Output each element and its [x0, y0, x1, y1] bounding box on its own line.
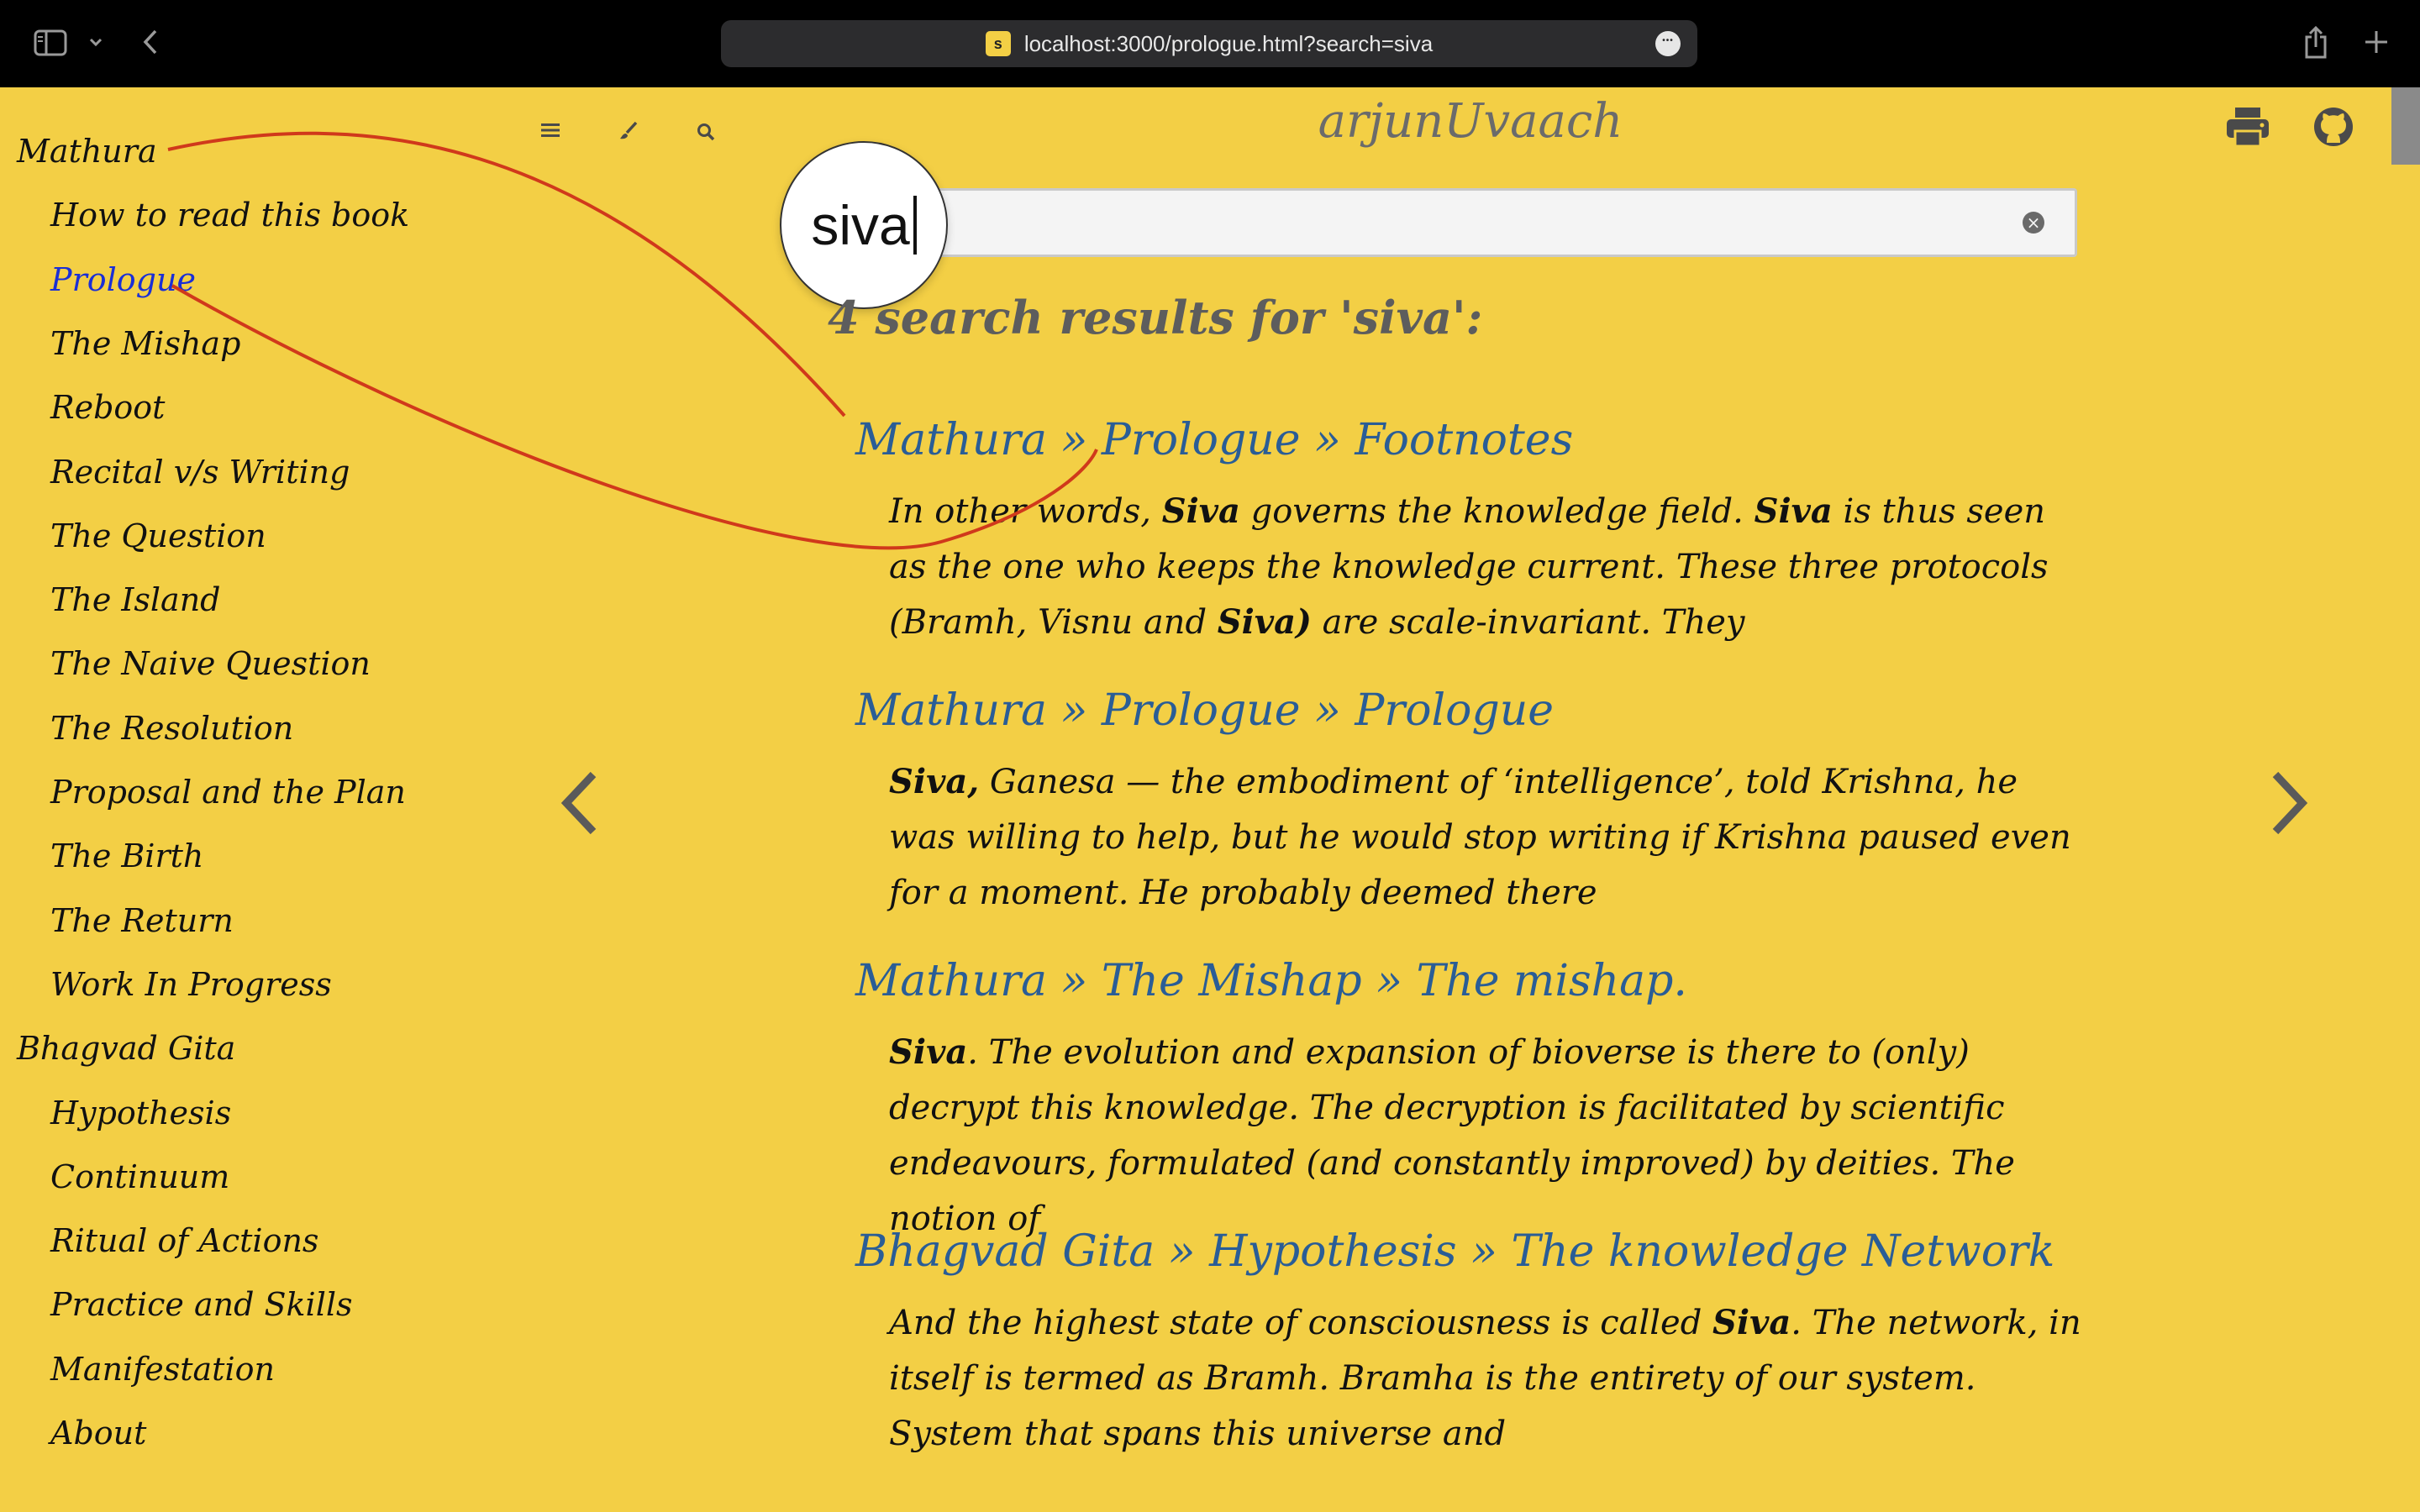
sidebar-item[interactable]: The Question — [50, 517, 266, 554]
sidebar-item[interactable]: Continuum — [50, 1158, 229, 1195]
search-result-link[interactable]: Mathura » Prologue » Prologue — [855, 685, 1554, 736]
brush-icon[interactable] — [618, 121, 639, 144]
excerpt-text: And the highest state of consciousness i… — [889, 1304, 1713, 1342]
search-result-excerpt: Siva, Ganesa — the embodiment of ‘intell… — [889, 754, 2091, 921]
chevron-left-icon[interactable] — [558, 769, 600, 840]
sidebar-item[interactable]: Reboot — [50, 389, 165, 426]
printer-icon[interactable] — [2225, 106, 2270, 151]
search-result-excerpt: And the highest state of consciousness i… — [889, 1295, 2091, 1462]
clear-icon[interactable]: × — [2023, 212, 2044, 234]
sidebar-item[interactable]: Work In Progress — [50, 966, 332, 1003]
sidebar-item[interactable]: Ritual of Actions — [50, 1222, 318, 1259]
more-options-icon[interactable]: ••• — [1655, 31, 1681, 56]
excerpt-text: In other words, — [889, 492, 1162, 531]
sidebar-item[interactable]: How to read this book — [50, 197, 409, 234]
sidebar-item[interactable]: The Birth — [50, 837, 203, 874]
sidebar-item[interactable]: Prologue — [50, 261, 196, 298]
back-icon[interactable] — [138, 27, 163, 57]
share-icon[interactable] — [2301, 24, 2331, 60]
sidebar-item[interactable]: The Mishap — [50, 325, 240, 362]
search-result-link[interactable]: Mathura » Prologue » Footnotes — [855, 415, 1573, 465]
search-term-highlight: Siva — [1161, 491, 1240, 531]
search-term-highlight: Siva, — [889, 762, 980, 801]
sidebar: Mathura How to read this book Prologue The … — [0, 87, 504, 1512]
sidebar-chapter[interactable]: Bhagvad Gita — [17, 1030, 235, 1067]
url-text: localhost:3000/prologue.html?search=siva — [1023, 30, 1434, 56]
sidebar-chapter[interactable]: Mathura — [17, 133, 157, 170]
chevron-down-icon[interactable] — [87, 34, 104, 50]
github-icon[interactable] — [2312, 106, 2354, 151]
address-bar[interactable]: s localhost:3000/prologue.html?search=si… — [721, 20, 1697, 67]
search-input-value: siva — [811, 194, 910, 256]
search-result-link[interactable]: Mathura » The Mishap » The mishap. — [855, 956, 1687, 1006]
sidebar-toggle-icon[interactable] — [34, 29, 67, 57]
sidebar-item[interactable]: Manifestation — [50, 1351, 275, 1388]
sidebar-item[interactable]: Proposal and the Plan — [50, 774, 406, 811]
chevron-right-icon[interactable] — [2269, 769, 2311, 840]
search-result-excerpt: Siva. The evolution and expansion of bio… — [889, 1025, 2091, 1247]
excerpt-text: are scale-invariant. They — [1311, 603, 1745, 642]
search-result-link[interactable]: Bhagvad Gita » Hypothesis » The knowledg… — [855, 1226, 2054, 1277]
excerpt-text: governs the knowledge field. — [1239, 492, 1754, 531]
sidebar-item[interactable]: The Return — [50, 902, 234, 939]
search-term-highlight: Siva — [1754, 491, 1833, 531]
search-term-highlight: Siva) — [1217, 602, 1312, 642]
text-caret — [913, 196, 917, 255]
sidebar-item[interactable]: Practice and Skills — [50, 1286, 353, 1323]
search-result-excerpt: In other words, Siva governs the knowled… — [889, 484, 2091, 650]
sidebar-item[interactable]: About — [50, 1415, 146, 1452]
excerpt-text: . The evolution and expansion of biovers… — [889, 1033, 2015, 1238]
search-results-header: 4 search results for 'siva': — [828, 291, 1483, 344]
sidebar-item[interactable]: Recital v/s Writing — [50, 454, 350, 491]
search-term-highlight: Siva — [889, 1032, 968, 1072]
sidebar-item[interactable]: The Resolution — [50, 710, 293, 747]
sidebar-item[interactable]: The Island — [50, 581, 221, 618]
search-term-highlight: Siva — [1712, 1303, 1791, 1342]
scrollbar-thumb[interactable] — [2391, 87, 2420, 165]
sidebar-item[interactable]: The Naive Question — [50, 645, 371, 682]
search-input-zoom-overlay: siva — [780, 141, 948, 309]
site-title[interactable]: arjunUvaach — [1260, 94, 1681, 149]
new-tab-icon[interactable] — [2361, 27, 2391, 57]
sidebar-item[interactable]: Hypothesis — [50, 1095, 231, 1131]
favicon-icon: s — [985, 31, 1011, 56]
hamburger-icon[interactable] — [541, 123, 560, 141]
search-input[interactable] — [901, 188, 2077, 257]
search-icon[interactable] — [697, 123, 715, 144]
excerpt-text: Ganesa — the embodiment of ‘intelligence… — [889, 763, 2071, 912]
browser-toolbar: s localhost:3000/prologue.html?search=si… — [0, 0, 2420, 87]
